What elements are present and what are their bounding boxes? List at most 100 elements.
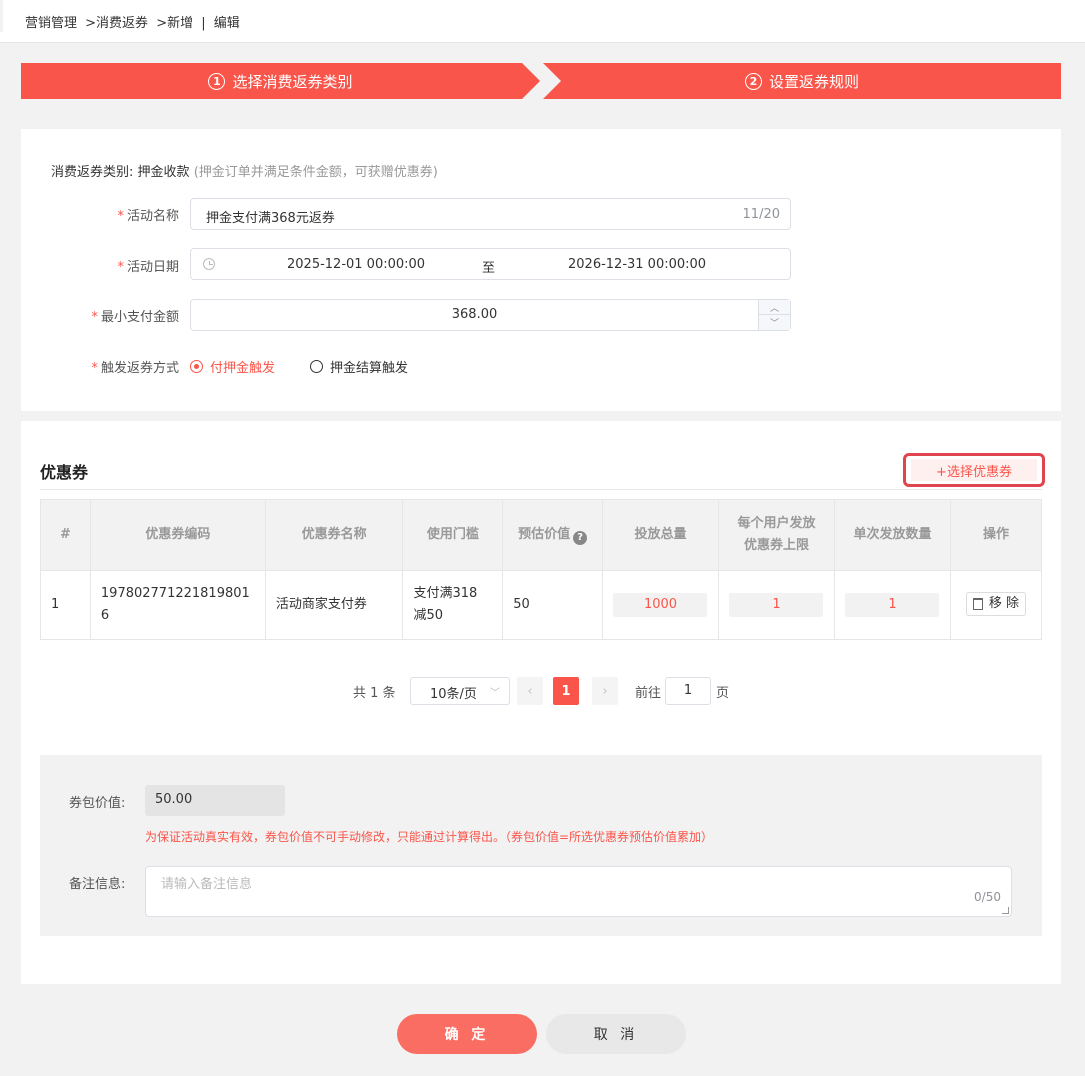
trigger-method-label: * 触发返券方式 bbox=[91, 361, 179, 376]
rule-form-card: 消费返券类别: 押金收款 (押金订单并满足条件金额，可获赠优惠券) * 活动名称 … bbox=[21, 129, 1061, 411]
cell-actions: 移 除 bbox=[949, 570, 1043, 640]
page-size-value: 10条/页 bbox=[430, 687, 477, 702]
activity-name-input[interactable]: 押金支付满368元返券 11/20 bbox=[190, 198, 791, 230]
package-value-field: 50.00 bbox=[145, 785, 285, 816]
per-issue-quantity-input[interactable]: 1 bbox=[845, 593, 940, 617]
rebate-type-value: 押金收款 bbox=[137, 165, 190, 180]
trash-icon bbox=[972, 598, 983, 610]
activity-name-count: 11/20 bbox=[742, 207, 780, 222]
remark-label: 备注信息: bbox=[69, 877, 126, 892]
remark-count: 0/50 bbox=[974, 890, 1001, 904]
cell-total-quantity: 1000 bbox=[602, 570, 719, 640]
page-unit-label: 页 bbox=[716, 686, 730, 701]
rebate-type-label: 消费返券类别: bbox=[51, 165, 134, 180]
breadcrumb-item-rebate[interactable]: >消费返券 bbox=[85, 16, 148, 31]
breadcrumb-item-edit: 编辑 bbox=[213, 16, 240, 31]
pagination-total: 共 1 条 bbox=[353, 686, 396, 701]
total-quantity-input[interactable]: 1000 bbox=[613, 593, 708, 617]
date-start-value[interactable]: 2025-12-01 00:00:00 bbox=[287, 257, 425, 272]
col-estimated-value: 预估价值? bbox=[502, 499, 603, 571]
min-amount-value: 368.00 bbox=[451, 307, 498, 322]
rebate-type-line: 消费返券类别: 押金收款 (押金订单并满足条件金额，可获赠优惠券) bbox=[51, 161, 438, 180]
coupon-card: 优惠券 +选择优惠券 # 优惠券编码 优惠券名称 使用门槛 预估价值? 投放总量… bbox=[21, 421, 1061, 984]
clock-icon bbox=[203, 258, 215, 270]
decrement-chevron-down-icon[interactable]: ﹀ bbox=[759, 315, 790, 330]
breadcrumb-item-marketing[interactable]: 营销管理 bbox=[25, 16, 77, 31]
stepper-controls: ︿ ﹀ bbox=[758, 300, 790, 330]
activity-date-range-picker[interactable]: 2025-12-01 00:00:00 至 2026-12-31 00:00:0… bbox=[190, 248, 791, 280]
breadcrumb-divider: | bbox=[201, 16, 206, 31]
section-divider bbox=[40, 489, 1042, 490]
required-mark: * bbox=[117, 260, 124, 275]
cell-estimated-value: 50 bbox=[502, 570, 603, 640]
radio-deposit-settle-trigger[interactable]: 押金结算触发 bbox=[310, 357, 408, 376]
date-separator: 至 bbox=[482, 261, 496, 276]
step-label-2: 设置返券规则 bbox=[768, 72, 859, 91]
cell-per-issue-quantity: 1 bbox=[833, 570, 951, 640]
top-bar: 营销管理 >消费返券 >新增 | 编辑 bbox=[0, 0, 1085, 43]
step-number-2: 2 bbox=[744, 72, 762, 90]
min-amount-stepper[interactable]: 368.00 ︿ ﹀ bbox=[190, 299, 791, 331]
goto-label: 前往 bbox=[635, 686, 662, 701]
coupon-section-title: 优惠券 bbox=[40, 463, 89, 482]
step-select-type[interactable]: 1 选择消费返券类别 bbox=[21, 63, 540, 99]
col-coupon-name: 优惠券名称 bbox=[264, 499, 404, 571]
question-icon[interactable]: ? bbox=[573, 531, 588, 545]
activity-name-value: 押金支付满368元返券 bbox=[206, 211, 335, 226]
step-bar: 1 选择消费返券类别 2 设置返券规则 bbox=[21, 63, 1061, 99]
activity-name-label: * 活动名称 bbox=[117, 209, 179, 224]
remark-textarea[interactable]: 请输入备注信息 0/50 bbox=[145, 866, 1012, 917]
radio-label: 付押金触发 bbox=[210, 361, 276, 376]
cell-per-user-limit: 1 bbox=[717, 570, 835, 640]
radio-label: 押金结算触发 bbox=[330, 361, 409, 376]
prev-page-button[interactable]: ‹ bbox=[517, 677, 543, 705]
page-button-current[interactable]: 1 bbox=[553, 677, 579, 705]
confirm-button[interactable]: 确 定 bbox=[397, 1014, 537, 1054]
resize-handle-icon[interactable] bbox=[1002, 907, 1009, 914]
pagination: 共 1 条 10条/页 ﹀ ‹ 1 › 前往 1 页 bbox=[21, 677, 1061, 705]
table-header-row: # 优惠券编码 优惠券名称 使用门槛 预估价值? 投放总量 每个用户发放 优惠券上… bbox=[40, 499, 1043, 571]
select-coupon-label: +选择优惠券 bbox=[911, 459, 1037, 481]
required-mark: * bbox=[91, 361, 98, 376]
date-end-value[interactable]: 2026-12-31 00:00:00 bbox=[568, 257, 706, 272]
package-info-panel: 券包价值: 50.00 为保证活动真实有效，券包价值不可手动修改，只能通过计算得… bbox=[40, 755, 1042, 936]
select-coupon-button[interactable]: +选择优惠券 bbox=[903, 453, 1045, 487]
top-stripe bbox=[0, 0, 3, 32]
page-size-select[interactable]: 10条/页 ﹀ bbox=[410, 677, 510, 705]
radio-unchecked-icon bbox=[310, 360, 323, 373]
step-number-1: 1 bbox=[208, 72, 226, 90]
cell-coupon-name: 活动商家支付券 bbox=[264, 570, 404, 640]
goto-page-input[interactable]: 1 bbox=[665, 677, 711, 705]
remove-button[interactable]: 移 除 bbox=[965, 592, 1026, 616]
next-page-button[interactable]: › bbox=[592, 677, 618, 705]
col-threshold: 使用门槛 bbox=[402, 499, 504, 571]
package-value-hint: 为保证活动真实有效，券包价值不可手动修改，只能通过计算得出。（券包价值=所选优惠… bbox=[145, 830, 714, 844]
required-mark: * bbox=[117, 209, 124, 224]
col-coupon-code: 优惠券编码 bbox=[89, 499, 266, 571]
breadcrumb-item-add[interactable]: >新增 bbox=[156, 16, 193, 31]
rebate-type-hint: (押金订单并满足条件金额，可获赠优惠券) bbox=[193, 165, 438, 180]
step-label-1: 选择消费返券类别 bbox=[232, 72, 353, 91]
radio-checked-icon bbox=[190, 360, 203, 373]
col-per-user-limit: 每个用户发放 优惠券上限 bbox=[717, 499, 835, 571]
step-set-rules[interactable]: 2 设置返券规则 bbox=[543, 63, 1061, 99]
min-amount-label: * 最小支付金额 bbox=[91, 310, 179, 325]
package-value-label: 券包价值: bbox=[69, 796, 126, 811]
breadcrumb: 营销管理 >消费返券 >新增 | 编辑 bbox=[25, 12, 244, 31]
chevron-down-icon: ﹀ bbox=[490, 688, 500, 699]
col-actions: 操作 bbox=[949, 499, 1043, 571]
required-mark: * bbox=[91, 310, 98, 325]
cell-index: 1 bbox=[40, 570, 91, 640]
coupon-table: # 优惠券编码 优惠券名称 使用门槛 预估价值? 投放总量 每个用户发放 优惠券上… bbox=[40, 499, 1043, 640]
col-total-quantity: 投放总量 bbox=[602, 499, 719, 571]
per-user-limit-input[interactable]: 1 bbox=[729, 593, 824, 617]
col-index: # bbox=[40, 499, 91, 571]
remark-placeholder: 请输入备注信息 bbox=[161, 877, 253, 892]
col-per-issue-quantity: 单次发放数量 bbox=[833, 499, 951, 571]
increment-chevron-up-icon[interactable]: ︿ bbox=[759, 300, 790, 315]
radio-deposit-pay-trigger[interactable]: 付押金触发 bbox=[190, 357, 275, 376]
activity-date-label: * 活动日期 bbox=[117, 260, 179, 275]
cancel-button[interactable]: 取 消 bbox=[546, 1014, 686, 1054]
cell-coupon-code: 197802771221819801 6 bbox=[89, 570, 266, 640]
table-row: 1 197802771221819801 6 活动商家支付券 支付满318 减50 … bbox=[40, 570, 1043, 640]
